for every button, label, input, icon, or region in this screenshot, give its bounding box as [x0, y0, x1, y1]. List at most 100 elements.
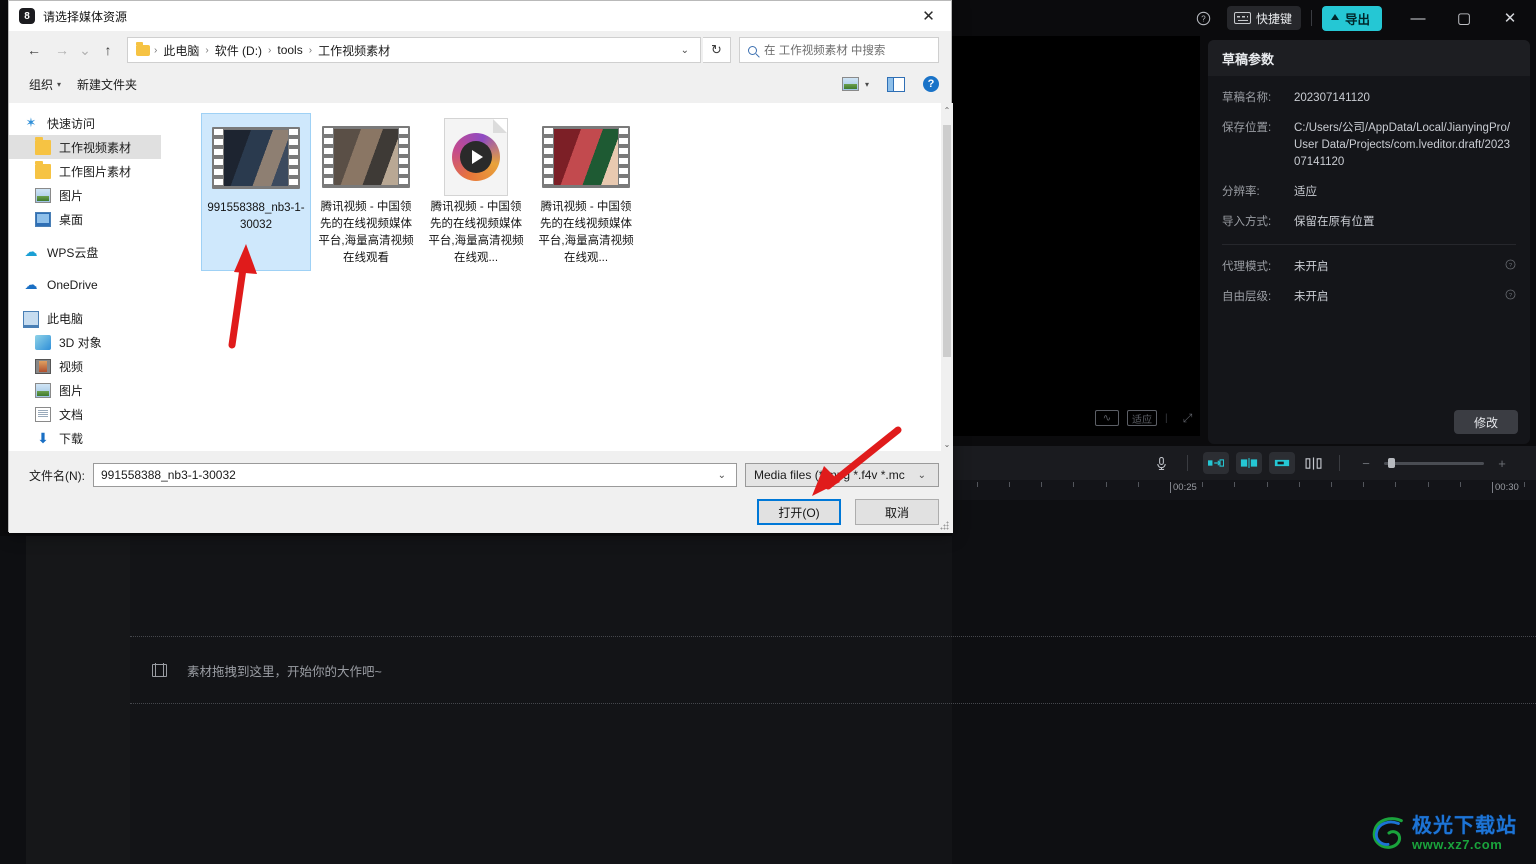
- sidebar-item-label: 工作图片素材: [59, 164, 132, 179]
- navigation-pane-scrollbar[interactable]: ⌃ ⌄: [941, 103, 953, 451]
- sidebar-item-label: 工作视频素材: [59, 140, 132, 155]
- param-row: 导入方式: 保留在原有位置: [1222, 214, 1516, 231]
- filename-input[interactable]: 991558388_nb3-1-30032 ⌄: [93, 463, 737, 487]
- dialog-close-button[interactable]: ✕: [906, 1, 951, 31]
- breadcrumb-item-0[interactable]: 此电脑: [161, 42, 201, 59]
- sidebar-item-3[interactable]: 图片: [9, 183, 161, 207]
- chevron-down-icon[interactable]: ⌄: [712, 470, 732, 481]
- divider: [1339, 455, 1340, 471]
- zoom-out-button[interactable]: −: [1355, 452, 1377, 474]
- new-folder-button[interactable]: 新建文件夹: [69, 73, 145, 96]
- organize-button[interactable]: 组织 ▾: [21, 73, 69, 96]
- sidebar-item-6[interactable]: ☁ OneDrive: [9, 273, 161, 297]
- ruler-tick: [1041, 482, 1043, 487]
- search-box[interactable]: 在 工作视频素材 中搜索: [739, 37, 939, 63]
- split-left-icon[interactable]: [1203, 452, 1229, 474]
- file-item[interactable]: 腾讯视频 - 中国领先的在线视频媒体平台,海量高清视频在线观...: [421, 113, 531, 271]
- sidebar-item-12[interactable]: ⬇ 下载: [9, 426, 161, 450]
- mirror-icon[interactable]: [1236, 452, 1262, 474]
- forward-button[interactable]: →: [49, 37, 75, 63]
- param-row: 代理模式: 未开启 ?: [1222, 259, 1516, 276]
- file-item[interactable]: 腾讯视频 - 中国领先的在线视频媒体平台,海量高清视频在线观...: [531, 113, 641, 271]
- chevron-down-icon[interactable]: ⌄: [674, 45, 696, 56]
- param-row: 保存位置: C:/Users/公司/AppData/Local/Jianying…: [1222, 120, 1516, 171]
- file-name-label: 腾讯视频 - 中国领先的在线视频媒体平台,海量高清视频在线观看: [318, 201, 414, 264]
- maximize-button[interactable]: ▢: [1442, 0, 1486, 36]
- divider: [1187, 455, 1188, 471]
- timeline-ruler[interactable]: 00:2500:3000:35: [952, 480, 1536, 500]
- close-button[interactable]: ✕: [1488, 0, 1532, 36]
- cancel-button[interactable]: 取消: [855, 499, 939, 525]
- sidebar-item-4[interactable]: 桌面: [9, 207, 161, 231]
- sidebar-item-9[interactable]: 视频: [9, 354, 161, 378]
- zoom-slider-knob[interactable]: [1388, 458, 1395, 468]
- panel-body: 草稿名称: 202307141120 保存位置: C:/Users/公司/App…: [1208, 76, 1530, 306]
- param-value: C:/Users/公司/AppData/Local/JianyingPro/Us…: [1294, 122, 1511, 168]
- fit-mode-button[interactable]: 适应: [1127, 410, 1157, 426]
- search-input[interactable]: 在 工作视频素材 中搜索: [764, 42, 885, 58]
- maximize-glyph: ▢: [1456, 10, 1472, 27]
- sidebar-item-0[interactable]: ✶ 快速访问: [9, 111, 161, 135]
- split-right-icon[interactable]: [1269, 452, 1295, 474]
- shortcuts-button[interactable]: 快捷键: [1226, 6, 1301, 30]
- sidebar-item-label: OneDrive: [47, 278, 98, 292]
- shortcuts-label: 快捷键: [1255, 11, 1292, 26]
- play-icon: [452, 133, 500, 181]
- breadcrumb-item-3[interactable]: 工作视频素材: [316, 42, 392, 59]
- breadcrumb-item-2[interactable]: tools: [275, 43, 304, 57]
- fullscreen-icon[interactable]: ⤢: [1176, 410, 1200, 426]
- zoom-slider[interactable]: [1384, 458, 1484, 468]
- dialog-footer: 文件名(N): 991558388_nb3-1-30032 ⌄ Media fi…: [9, 451, 953, 533]
- microphone-icon[interactable]: [1150, 452, 1172, 474]
- organize-label: 组织: [29, 77, 54, 92]
- pictures-icon: [35, 187, 51, 203]
- sidebar-item-7[interactable]: 此电脑: [9, 306, 161, 330]
- sidebar-item-11[interactable]: 文档: [9, 402, 161, 426]
- param-label: 分辨率:: [1222, 186, 1260, 198]
- divider: [1222, 244, 1516, 245]
- sidebar-item-label: 快速访问: [47, 116, 96, 131]
- sidebar-item-1[interactable]: 工作视频素材: [9, 135, 161, 159]
- sidebar-item-8[interactable]: 3D 对象: [9, 330, 161, 354]
- export-button[interactable]: 导出: [1321, 5, 1382, 31]
- address-bar[interactable]: › 此电脑 › 软件 (D:) › tools › 工作视频素材 ⌄: [127, 37, 701, 63]
- chevron-down-icon: ⌄: [917, 469, 926, 481]
- question-circle-icon[interactable]: ?: [1189, 5, 1219, 31]
- breadcrumb-separator: ›: [205, 44, 209, 56]
- scroll-down-button[interactable]: ⌄: [941, 437, 953, 451]
- refresh-button[interactable]: ↻: [703, 37, 731, 63]
- zoom-in-button[interactable]: +: [1491, 452, 1513, 474]
- scroll-up-button[interactable]: ⌃: [941, 103, 953, 117]
- open-button[interactable]: 打开(O): [757, 499, 841, 525]
- filetype-dropdown[interactable]: Media files (*.mpg *.f4v *.mc ⌄: [745, 463, 939, 487]
- up-button[interactable]: ↑: [95, 37, 121, 63]
- svg-text:?: ?: [1509, 293, 1513, 299]
- help-circle-icon[interactable]: ?: [1505, 259, 1516, 276]
- file-list-view[interactable]: 991558388_nb3-1-30032 腾讯视频 - 中国领先的在线视频媒体平…: [161, 103, 953, 451]
- recent-locations-button[interactable]: ⌄: [77, 37, 93, 63]
- modify-button[interactable]: 修改: [1454, 410, 1518, 434]
- sidebar-item-5[interactable]: ☁ WPS云盘: [9, 240, 161, 264]
- help-icon[interactable]: ?: [923, 76, 939, 92]
- filetype-value: Media files (*.mpg *.f4v *.mc: [754, 468, 905, 482]
- file-thumbnail: [320, 119, 412, 195]
- scope-icon[interactable]: ∿: [1095, 410, 1119, 426]
- sidebar-item-label: WPS云盘: [47, 245, 99, 260]
- drop-zone[interactable]: 素材拖拽到这里，开始你的大作吧~: [130, 636, 1536, 704]
- dialog-command-bar: 组织 ▾ 新建文件夹 ▾ ?: [9, 69, 951, 99]
- sidebar-item-10[interactable]: 图片: [9, 378, 161, 402]
- sidebar-item-2[interactable]: 工作图片素材: [9, 159, 161, 183]
- cut-icon[interactable]: [1302, 452, 1324, 474]
- file-item[interactable]: 991558388_nb3-1-30032: [201, 113, 311, 271]
- help-circle-icon[interactable]: ?: [1505, 289, 1516, 306]
- resize-grip[interactable]: [940, 521, 950, 531]
- chevron-down-icon[interactable]: ▾: [865, 80, 869, 89]
- file-item[interactable]: 腾讯视频 - 中国领先的在线视频媒体平台,海量高清视频在线观看: [311, 113, 421, 271]
- preview-pane-icon[interactable]: [887, 76, 905, 92]
- breadcrumb-item-1[interactable]: 软件 (D:): [213, 42, 264, 59]
- minimize-button[interactable]: —: [1396, 0, 1440, 36]
- view-layout-icon[interactable]: [841, 77, 859, 91]
- back-button[interactable]: ←: [21, 37, 47, 63]
- scrollbar-thumb[interactable]: [943, 125, 951, 357]
- param-label: 自由层级:: [1222, 291, 1272, 303]
